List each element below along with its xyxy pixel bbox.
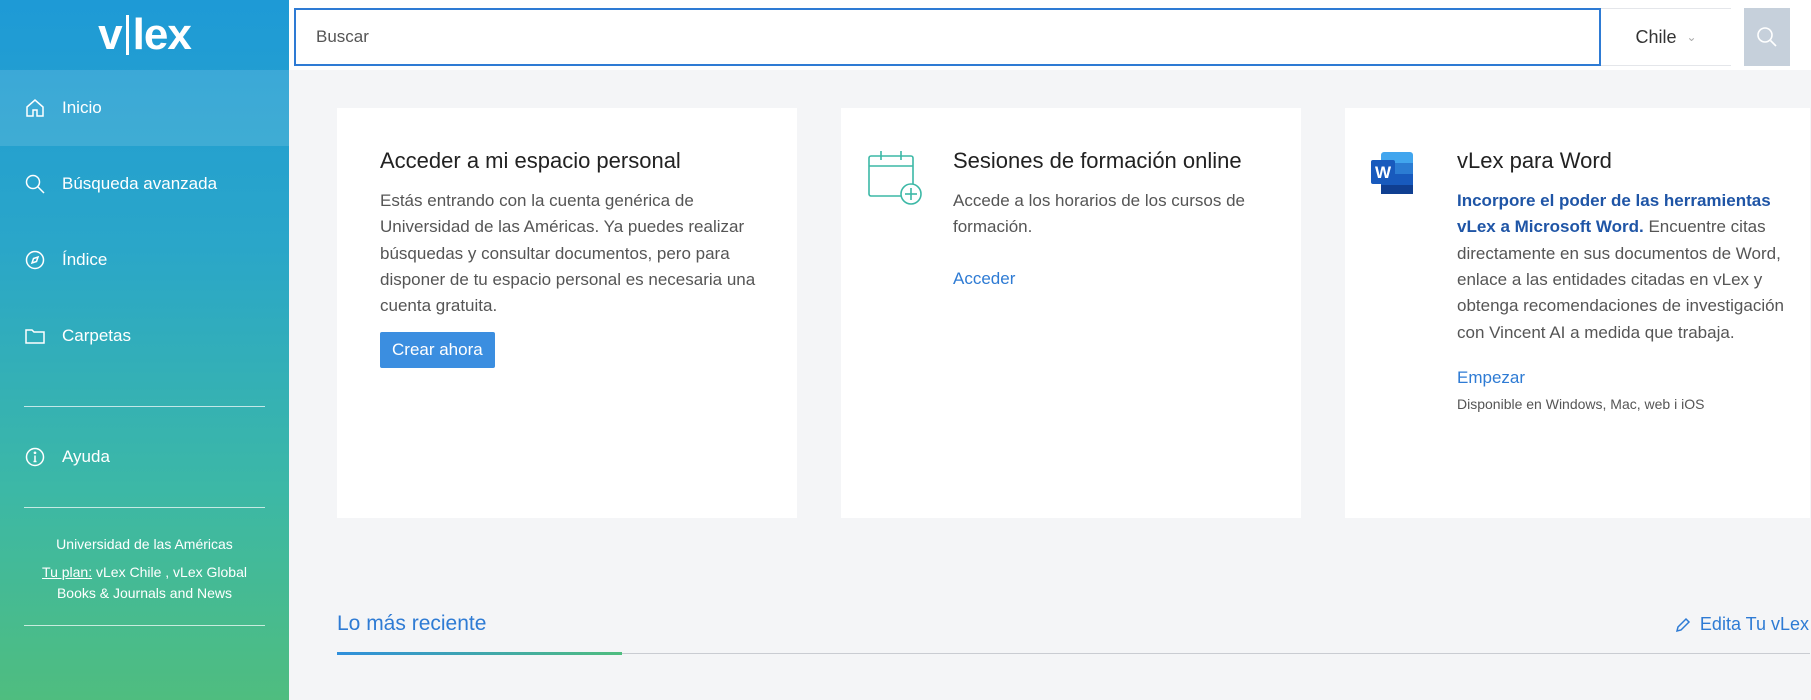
pencil-icon bbox=[1675, 617, 1690, 632]
country-selector[interactable]: Chile ⌄ bbox=[1601, 8, 1731, 66]
personal-space-card: Acceder a mi espacio personal Estás entr… bbox=[337, 108, 797, 518]
sidebar: v lex Inicio Búsqueda avanzada Índice Car… bbox=[0, 0, 289, 700]
sidebar-item-label: Búsqueda avanzada bbox=[62, 174, 218, 193]
logo-bar bbox=[125, 15, 129, 55]
search-icon bbox=[24, 173, 46, 195]
search-button[interactable] bbox=[1744, 8, 1790, 66]
organization-name: Universidad de las Américas bbox=[56, 536, 233, 552]
sidebar-divider bbox=[24, 624, 265, 626]
sidebar-item-inicio[interactable]: Inicio bbox=[0, 70, 289, 146]
folder-icon bbox=[24, 325, 46, 347]
sidebar-item-label: Ayuda bbox=[62, 447, 110, 466]
availability-note: Disponible en Windows, Mac, web i iOS bbox=[1457, 396, 1705, 413]
card-title: Sesiones de formación online bbox=[953, 148, 1242, 173]
edit-vlex-link[interactable]: Edita Tu vLex bbox=[1674, 614, 1809, 635]
card-title: Acceder a mi espacio personal bbox=[380, 148, 681, 173]
recent-tab-indicator bbox=[337, 652, 622, 655]
search-input[interactable] bbox=[294, 8, 1601, 66]
sidebar-item-carpetas[interactable]: Carpetas bbox=[0, 298, 289, 374]
training-sessions-card: Sesiones de formación online Accede a lo… bbox=[841, 108, 1301, 518]
sidebar-divider bbox=[24, 507, 265, 508]
vlex-logo[interactable]: v lex bbox=[0, 0, 289, 70]
plan-info: Tu plan: vLex Chile , vLex Global Books … bbox=[24, 562, 265, 603]
recent-tab[interactable]: Lo más reciente bbox=[337, 612, 486, 636]
edit-vlex-label: Edita Tu vLex bbox=[1699, 614, 1809, 634]
organization-info: Universidad de las Américas Tu plan: vLe… bbox=[0, 534, 289, 603]
svg-text:W: W bbox=[1375, 163, 1392, 182]
country-label: Chile bbox=[1635, 26, 1677, 47]
sidebar-item-ayuda[interactable]: Ayuda bbox=[0, 419, 289, 495]
sidebar-item-label: Carpetas bbox=[62, 326, 131, 345]
compass-icon bbox=[24, 249, 46, 271]
plan-link[interactable]: Tu plan: bbox=[42, 564, 92, 580]
search-bar: Chile ⌄ bbox=[289, 0, 1811, 70]
search-icon bbox=[1757, 27, 1777, 47]
sidebar-item-label: Índice bbox=[62, 250, 108, 269]
calendar-add-icon bbox=[868, 151, 922, 205]
chevron-down-icon: ⌄ bbox=[1686, 30, 1697, 44]
card-title: vLex para Word bbox=[1457, 148, 1612, 173]
sidebar-item-indice[interactable]: Índice bbox=[0, 222, 289, 298]
logo-right: lex bbox=[132, 10, 192, 59]
sidebar-item-label: Inicio bbox=[62, 98, 102, 117]
logo-left: v bbox=[98, 10, 123, 59]
card-body: Incorpore el poder de las herramientas v… bbox=[1457, 188, 1787, 346]
card-body: Accede a los horarios de los cursos de f… bbox=[953, 191, 1245, 237]
microsoft-word-icon: W bbox=[1371, 152, 1413, 194]
start-link[interactable]: Empezar bbox=[1457, 368, 1525, 388]
sidebar-divider bbox=[24, 406, 265, 407]
info-icon bbox=[24, 446, 46, 468]
access-link[interactable]: Acceder bbox=[953, 269, 1015, 289]
vlex-word-card: W vLex para Word Incorpore el poder de l… bbox=[1345, 108, 1810, 518]
sidebar-item-busqueda-avanzada[interactable]: Búsqueda avanzada bbox=[0, 146, 289, 222]
home-icon bbox=[24, 97, 46, 119]
card-body: Estás entrando con la cuenta genérica de… bbox=[380, 191, 756, 316]
create-account-button[interactable]: Crear ahora bbox=[380, 331, 495, 368]
